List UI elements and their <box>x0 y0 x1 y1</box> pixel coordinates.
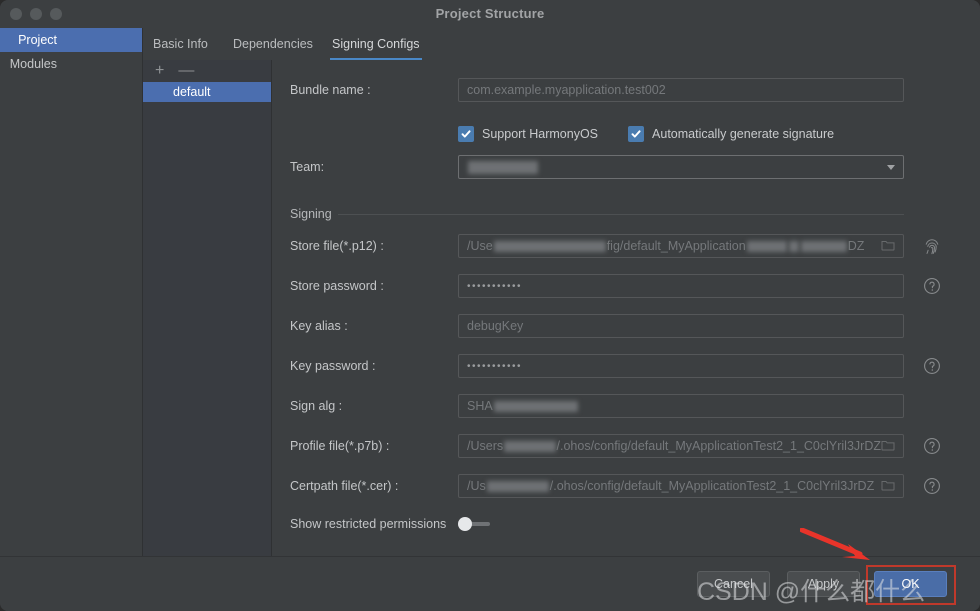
store-password-row: Store password : ••••••••••• <box>272 274 980 298</box>
certpath-file-value-prefix: /Us <box>467 479 486 493</box>
window-title: Project Structure <box>435 6 545 21</box>
sign-alg-label: Sign alg : <box>290 399 343 413</box>
key-alias-input[interactable]: debugKey <box>458 314 904 338</box>
help-icon[interactable] <box>922 436 942 456</box>
auto-generate-signature-label: Automatically generate signature <box>652 127 835 141</box>
tab-signing-configs[interactable]: Signing Configs <box>330 28 422 60</box>
config-item-label: default <box>173 85 211 99</box>
folder-icon[interactable] <box>881 479 895 494</box>
store-file-redacted-2 <box>746 240 787 252</box>
sign-alg-input[interactable]: SHA <box>458 394 904 418</box>
ok-button-label: OK <box>901 577 920 591</box>
cancel-button[interactable]: Cancel <box>697 571 770 597</box>
profile-file-input[interactable]: /Users /.ohos/config/default_MyApplicati… <box>458 434 904 458</box>
store-password-label: Store password : <box>290 279 384 293</box>
group-divider <box>337 213 904 215</box>
key-password-input[interactable]: ••••••••••• <box>458 354 904 378</box>
sign-alg-redacted <box>493 400 578 412</box>
store-file-row: Store file(*.p12) : /Use fig/default_MyA… <box>272 234 980 258</box>
signing-group-header: Signing <box>290 206 904 222</box>
signing-group-label: Signing <box>290 207 332 221</box>
key-password-value: ••••••••••• <box>467 360 523 372</box>
key-alias-row: Key alias : debugKey <box>272 314 980 338</box>
fingerprint-icon[interactable] <box>922 236 942 256</box>
key-alias-label: Key alias : <box>290 319 348 333</box>
tab-basic-info[interactable]: Basic Info <box>151 28 210 60</box>
help-icon[interactable] <box>922 276 942 296</box>
store-file-redacted-3 <box>788 240 799 252</box>
certpath-file-input[interactable]: /Us /.ohos/config/default_MyApplicationT… <box>458 474 904 498</box>
ok-button[interactable]: OK <box>874 571 947 597</box>
team-value-redacted <box>468 160 538 174</box>
certpath-file-row: Certpath file(*.cer) : /Us /.ohos/config… <box>272 474 980 498</box>
certpath-file-redacted <box>486 480 549 492</box>
support-harmonyos-checkbox[interactable] <box>458 126 474 142</box>
list-item[interactable]: default <box>143 82 271 102</box>
chevron-down-icon <box>887 164 895 170</box>
store-file-redacted-4 <box>800 240 847 252</box>
certpath-file-value-suffix: /.ohos/config/default_MyApplicationTest2… <box>549 479 875 493</box>
folder-icon[interactable] <box>881 239 895 254</box>
tab-basic-info-label: Basic Info <box>153 37 208 51</box>
show-restricted-permissions-label: Show restricted permissions <box>290 517 447 531</box>
certpath-file-label: Certpath file(*.cer) : <box>290 479 399 493</box>
signing-config-list-panel: + — default <box>143 60 272 556</box>
cancel-button-label: Cancel <box>714 577 753 591</box>
config-list-toolbar: + — <box>143 60 271 82</box>
help-icon[interactable] <box>922 476 942 496</box>
team-row: Team: <box>272 155 980 179</box>
key-password-row: Key password : ••••••••••• <box>272 354 980 378</box>
folder-icon[interactable] <box>881 439 895 454</box>
store-file-value-mid: fig/default_MyApplication <box>606 239 746 253</box>
tab-signing-configs-label: Signing Configs <box>332 37 420 51</box>
signing-config-form: Bundle name : com.example.myapplication.… <box>272 60 980 556</box>
sidebar-item-modules-label: Modules <box>9 57 57 71</box>
help-icon[interactable] <box>922 356 942 376</box>
profile-file-redacted <box>504 440 556 452</box>
show-restricted-permissions-toggle[interactable] <box>458 517 492 531</box>
team-dropdown[interactable] <box>458 155 904 179</box>
profile-file-value-prefix: /Users <box>467 439 504 453</box>
toggle-knob <box>458 517 472 531</box>
key-alias-value: debugKey <box>467 319 524 333</box>
title-bar: Project Structure <box>0 0 980 28</box>
sidebar-item-modules[interactable]: Modules <box>0 52 142 76</box>
store-file-input[interactable]: /Use fig/default_MyApplication DZ <box>458 234 904 258</box>
support-harmonyos-label: Support HarmonyOS <box>482 127 599 141</box>
tab-dependencies-label: Dependencies <box>233 37 313 51</box>
sidebar: Project Modules <box>0 28 143 556</box>
bundle-name-row: Bundle name : com.example.myapplication.… <box>272 78 980 102</box>
profile-file-row: Profile file(*.p7b) : /Users /.ohos/conf… <box>272 434 980 458</box>
sidebar-item-project-label: Project <box>18 33 57 47</box>
auto-generate-signature-checkbox[interactable] <box>628 126 645 142</box>
store-file-value-prefix: /Use <box>467 239 493 253</box>
project-structure-dialog: Project Structure Project Modules Basic … <box>0 0 980 611</box>
bundle-name-value: com.example.myapplication.test002 <box>467 83 666 97</box>
store-file-value-suffix: DZ <box>847 239 865 253</box>
sign-alg-row: Sign alg : SHA <box>272 394 980 418</box>
bundle-name-input[interactable]: com.example.myapplication.test002 <box>458 78 904 102</box>
apply-button-label: Apply <box>807 577 840 591</box>
store-file-label: Store file(*.p12) : <box>290 239 384 253</box>
add-icon[interactable]: + <box>155 63 164 79</box>
options-row: Support HarmonyOS Automatically generate… <box>458 124 834 144</box>
store-file-redacted-1 <box>493 240 606 252</box>
show-restricted-permissions-row: Show restricted permissions <box>272 512 980 536</box>
tab-bar: Basic Info Dependencies Signing Configs <box>143 28 980 60</box>
sign-alg-value-prefix: SHA <box>467 399 493 413</box>
store-password-input[interactable]: ••••••••••• <box>458 274 904 298</box>
store-password-value: ••••••••••• <box>467 280 523 292</box>
remove-icon[interactable]: — <box>178 63 194 79</box>
key-password-label: Key password : <box>290 359 376 373</box>
apply-button[interactable]: Apply <box>787 571 860 597</box>
dialog-footer: Cancel Apply OK <box>0 556 980 611</box>
team-label: Team: <box>290 160 325 174</box>
profile-file-label: Profile file(*.p7b) : <box>290 439 390 453</box>
sidebar-item-project[interactable]: Project <box>0 28 142 52</box>
bundle-name-label: Bundle name : <box>290 83 371 97</box>
profile-file-value-suffix: /.ohos/config/default_MyApplicationTest2… <box>556 439 881 453</box>
tab-dependencies[interactable]: Dependencies <box>231 28 315 60</box>
